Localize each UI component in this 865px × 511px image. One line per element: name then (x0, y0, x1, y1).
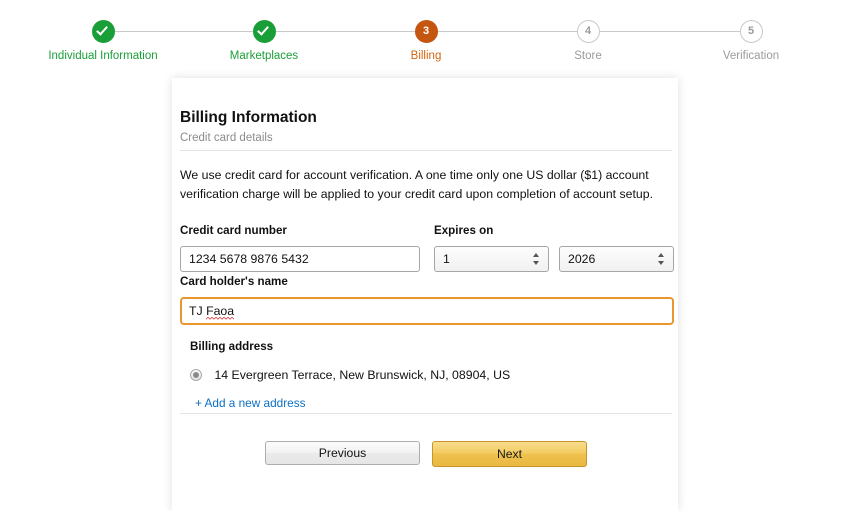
next-button[interactable]: Next (432, 441, 587, 467)
stepper-connector-3-4 (426, 31, 588, 32)
credit-card-number-field-group: Credit card number (180, 224, 420, 272)
expiry-year-value: 2026 (568, 252, 596, 266)
expires-on-field-group: Expires on 1 2026 (434, 224, 674, 272)
credit-card-number-input[interactable] (180, 246, 420, 272)
step-number: 3 (422, 25, 430, 37)
card-holder-name-input[interactable]: TJ Faoa (180, 297, 674, 325)
stepper-connector-1-2 (103, 31, 264, 32)
step-number: 4 (584, 25, 592, 37)
previous-button[interactable]: Previous (265, 441, 420, 465)
expiry-month-select[interactable]: 1 (434, 246, 549, 272)
stepper-arrows-icon (657, 252, 666, 266)
check-icon (95, 23, 108, 36)
card-heading-block: Billing Information Credit card details (180, 108, 670, 146)
billing-address-radio[interactable] (190, 368, 202, 381)
step-badge-done (91, 20, 115, 43)
heading-divider (180, 150, 672, 151)
stepper-step-label: Marketplaces (229, 50, 299, 62)
stepper-step-billing[interactable]: 3 Billing (346, 20, 506, 63)
expires-on-label: Expires on (434, 224, 494, 237)
stepper-step-marketplaces[interactable]: Marketplaces (184, 20, 344, 63)
step-badge-upcoming: 4 (576, 20, 600, 43)
step-number: 5 (747, 25, 755, 37)
step-badge-current: 3 (414, 20, 438, 43)
verification-notice-text: We use credit card for account verificat… (180, 168, 654, 201)
stepper-step-label: Store (574, 50, 602, 62)
check-icon (256, 23, 269, 36)
add-new-address-link[interactable]: + Add a new address (195, 396, 306, 411)
progress-stepper: Individual Information Marketplaces 3 Bi… (0, 0, 865, 78)
billing-information-card: Billing Information Credit card details … (172, 78, 678, 511)
billing-address-label: Billing address (190, 340, 274, 353)
step-badge-done (252, 20, 276, 43)
billing-address-text: 14 Evergreen Terrace, New Brunswick, NJ,… (214, 368, 511, 382)
page-title: Billing Information (180, 109, 317, 126)
stepper-step-individual-information[interactable]: Individual Information (23, 20, 183, 63)
stepper-step-label: Verification (722, 50, 780, 62)
card-holder-name-label: Card holder's name (180, 275, 288, 288)
stepper-connector-4-5 (588, 31, 751, 32)
billing-address-section: Billing address 14 Evergreen Terrace, Ne… (190, 340, 660, 412)
stepper-step-label: Individual Information (48, 50, 158, 62)
card-holder-name-field-group: Card holder's name TJ Faoa (180, 275, 674, 325)
expiry-year-select[interactable]: 2026 (559, 246, 674, 272)
footer-divider (180, 413, 672, 414)
stepper-arrows-icon (532, 252, 541, 266)
card-holder-name-value-prefix: TJ (189, 304, 207, 318)
stepper-step-store[interactable]: 4 Store (508, 20, 668, 63)
stepper-connector-2-3 (264, 31, 426, 32)
step-badge-upcoming: 5 (739, 20, 763, 43)
credit-card-number-label: Credit card number (180, 224, 287, 237)
stepper-step-verification[interactable]: 5 Verification (671, 20, 831, 63)
expiry-month-value: 1 (443, 252, 450, 266)
stepper-step-label: Billing (410, 50, 442, 62)
page-subtitle: Credit card details (180, 132, 273, 144)
card-holder-name-value-misspelled: Faoa (206, 304, 235, 318)
billing-address-option[interactable]: 14 Evergreen Terrace, New Brunswick, NJ,… (190, 366, 660, 384)
